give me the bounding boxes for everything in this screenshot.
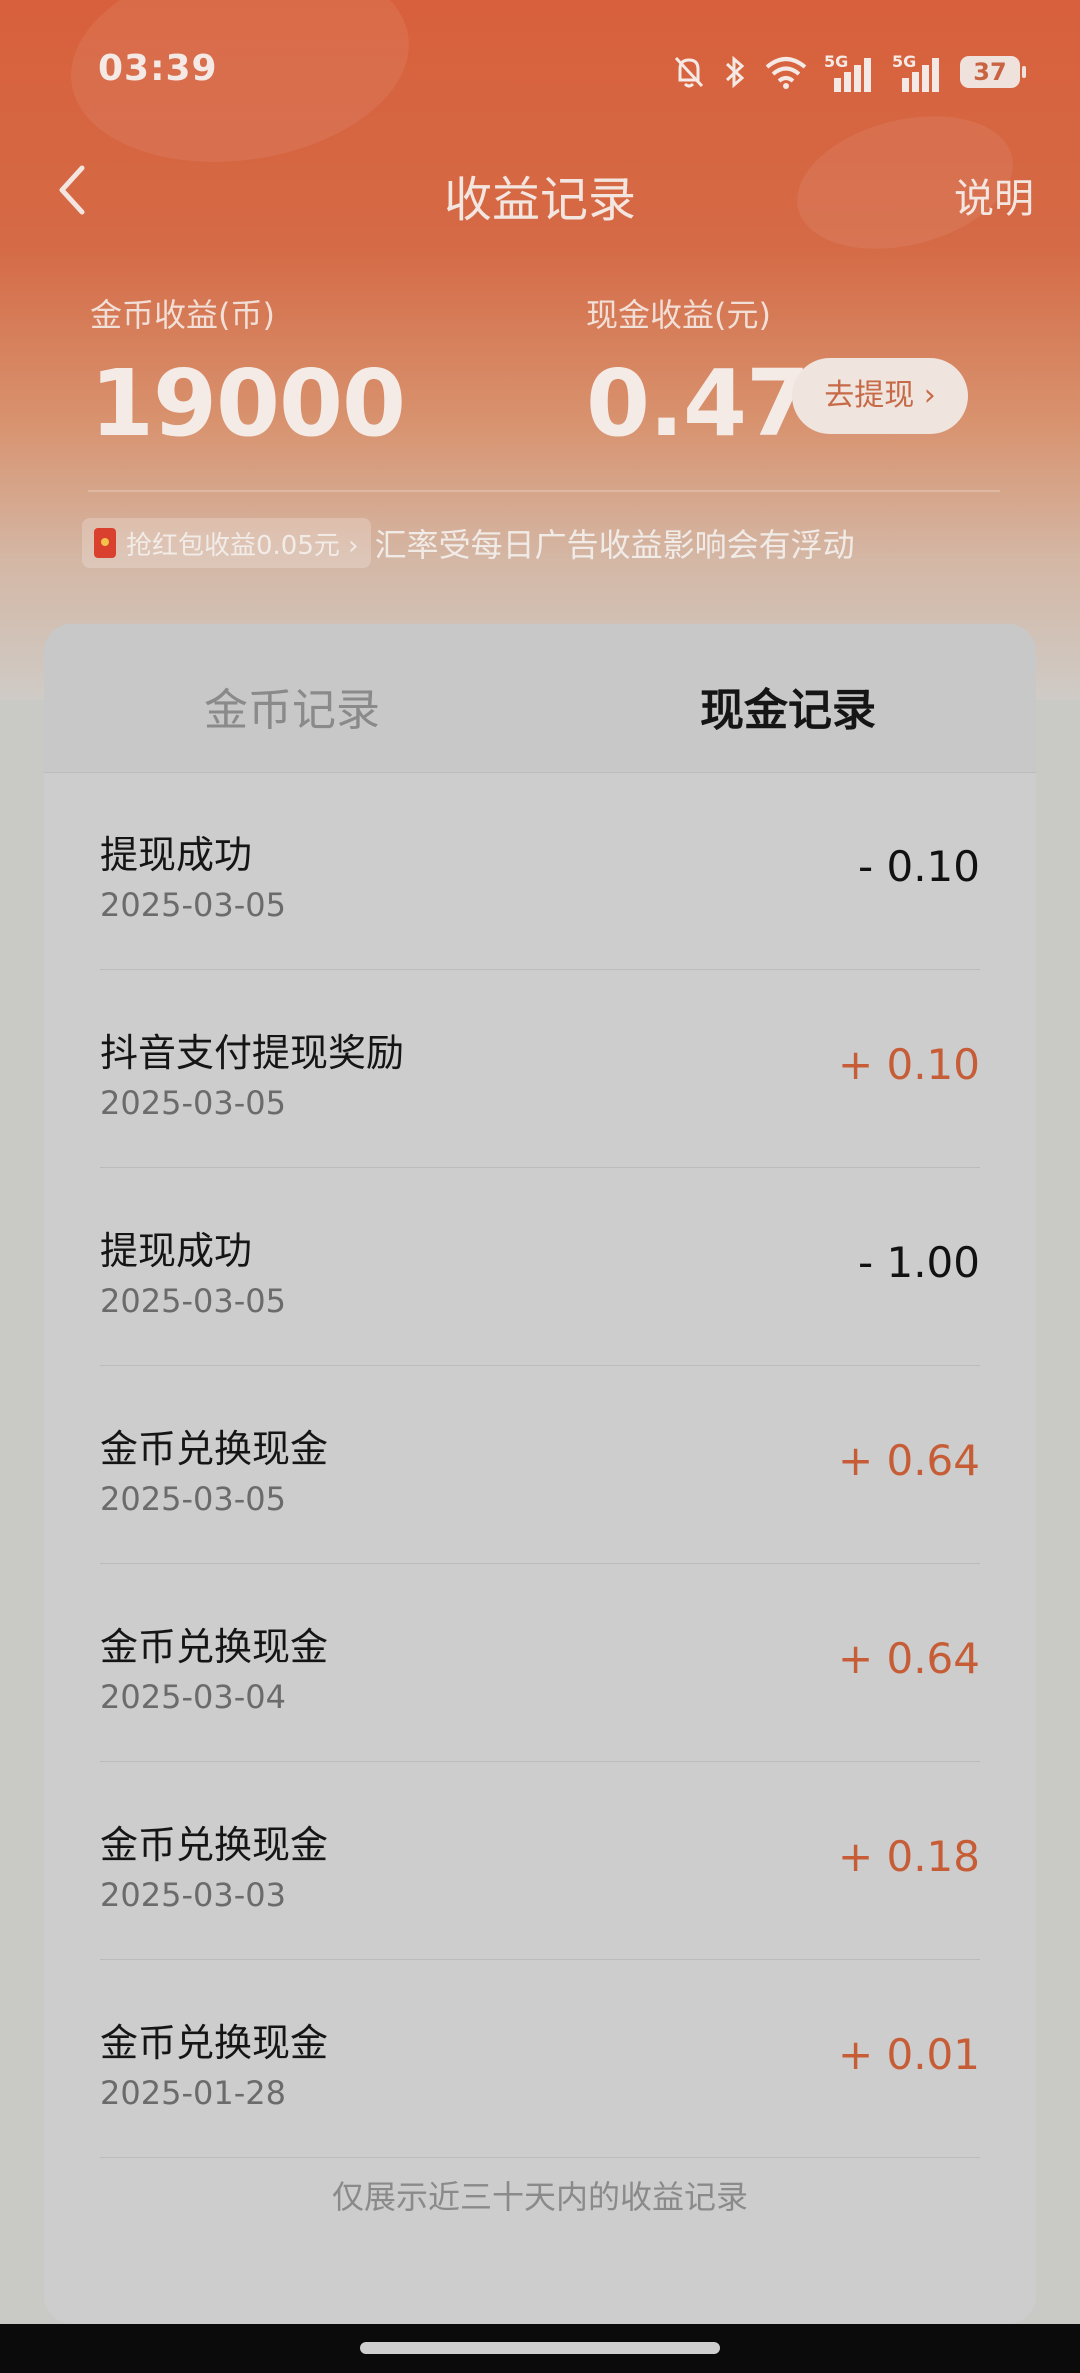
status-bar: 03:39 5G 5G 37 xyxy=(0,0,1080,120)
bluetooth-icon xyxy=(725,55,745,89)
record-title: 提现成功 xyxy=(100,833,253,877)
top-nav: 收益记录 说明 xyxy=(0,140,1080,240)
record-date: 2025-03-05 xyxy=(100,1084,286,1122)
record-date: 2025-03-04 xyxy=(100,1678,286,1716)
record-amount: + 0.01 xyxy=(837,2030,980,2079)
record-title: 金币兑换现金 xyxy=(100,1427,329,1471)
list-item: 金币兑换现金 2025-03-03 + 0.18 xyxy=(100,1762,980,1960)
rate-notice: 抢红包收益0.05元 › 汇率受每日广告收益影响会有浮动 xyxy=(82,518,855,568)
list-item: 金币兑换现金 2025-01-28 + 0.01 xyxy=(100,1960,980,2158)
help-link[interactable]: 说明 xyxy=(954,166,1034,224)
records-list: 提现成功 2025-03-05 - 0.10 抖音支付提现奖励 2025-03-… xyxy=(100,772,980,2158)
list-item: 提现成功 2025-03-05 - 0.10 xyxy=(100,772,980,970)
list-item: 金币兑换现金 2025-03-05 + 0.64 xyxy=(100,1366,980,1564)
record-amount: + 0.64 xyxy=(837,1436,980,1485)
list-item: 抖音支付提现奖励 2025-03-05 + 0.10 xyxy=(100,970,980,1168)
status-icons: 5G 5G 37 xyxy=(672,52,1026,92)
list-item: 金币兑换现金 2025-03-04 + 0.64 xyxy=(100,1564,980,1762)
footer-note: 仅展示近三十天内的收益记录 xyxy=(331,2178,748,2216)
record-date: 2025-01-28 xyxy=(100,2074,286,2112)
home-indicator[interactable] xyxy=(360,2342,720,2354)
red-packet-earnings-text: 抢红包收益0.05元 › xyxy=(126,530,359,561)
record-amount: + 0.10 xyxy=(837,1040,980,1089)
record-title: 金币兑换现金 xyxy=(100,1823,329,1867)
system-nav-bar xyxy=(0,2324,1080,2373)
cash-earnings-label: 现金收益(元) xyxy=(586,296,771,334)
record-date: 2025-03-05 xyxy=(100,886,286,924)
rate-notice-text: 汇率受每日广告收益影响会有浮动 xyxy=(374,526,855,564)
record-tabs: 金币记录 现金记录 xyxy=(44,624,1036,773)
wifi-icon xyxy=(765,57,807,89)
cash-earnings: 现金收益(元) 0.47 xyxy=(586,290,810,457)
record-amount: + 0.18 xyxy=(837,1832,980,1881)
mute-icon xyxy=(674,56,704,88)
status-time: 03:39 xyxy=(98,48,218,89)
record-amount: - 0.10 xyxy=(857,842,980,891)
list-item: 提现成功 2025-03-05 - 1.00 xyxy=(100,1168,980,1366)
coin-earnings-value: 19000 xyxy=(90,350,406,457)
record-date: 2025-03-05 xyxy=(100,1282,286,1320)
coin-earnings-label: 金币收益(币) xyxy=(90,296,275,334)
cash-earnings-value: 0.47 xyxy=(586,350,810,457)
tab-coin-records[interactable]: 金币记录 xyxy=(204,674,380,738)
record-title: 抖音支付提现奖励 xyxy=(100,1031,405,1075)
red-packet-icon xyxy=(94,528,116,558)
signal-icon: 5G xyxy=(824,52,876,92)
record-amount: + 0.64 xyxy=(837,1634,980,1683)
record-title: 金币兑换现金 xyxy=(100,1625,329,1669)
record-date: 2025-03-05 xyxy=(100,1480,286,1518)
signal-icon: 5G xyxy=(892,52,944,92)
tab-cash-records[interactable]: 现金记录 xyxy=(700,674,876,738)
red-packet-earnings-link[interactable]: 抢红包收益0.05元 › xyxy=(82,518,371,568)
coin-earnings: 金币收益(币) 19000 xyxy=(90,290,406,457)
record-title: 提现成功 xyxy=(100,1229,253,1273)
withdraw-button[interactable]: 去提现 › xyxy=(792,358,968,434)
battery-indicator: 37 xyxy=(960,56,1026,88)
page-title: 收益记录 xyxy=(443,172,636,228)
record-amount: - 1.00 xyxy=(857,1238,980,1287)
record-title: 金币兑换现金 xyxy=(100,2021,329,2065)
records-card: 金币记录 现金记录 提现成功 2025-03-05 - 0.10 抖音支付提现奖… xyxy=(44,624,1036,2324)
divider xyxy=(88,490,1000,492)
record-date: 2025-03-03 xyxy=(100,1876,286,1914)
